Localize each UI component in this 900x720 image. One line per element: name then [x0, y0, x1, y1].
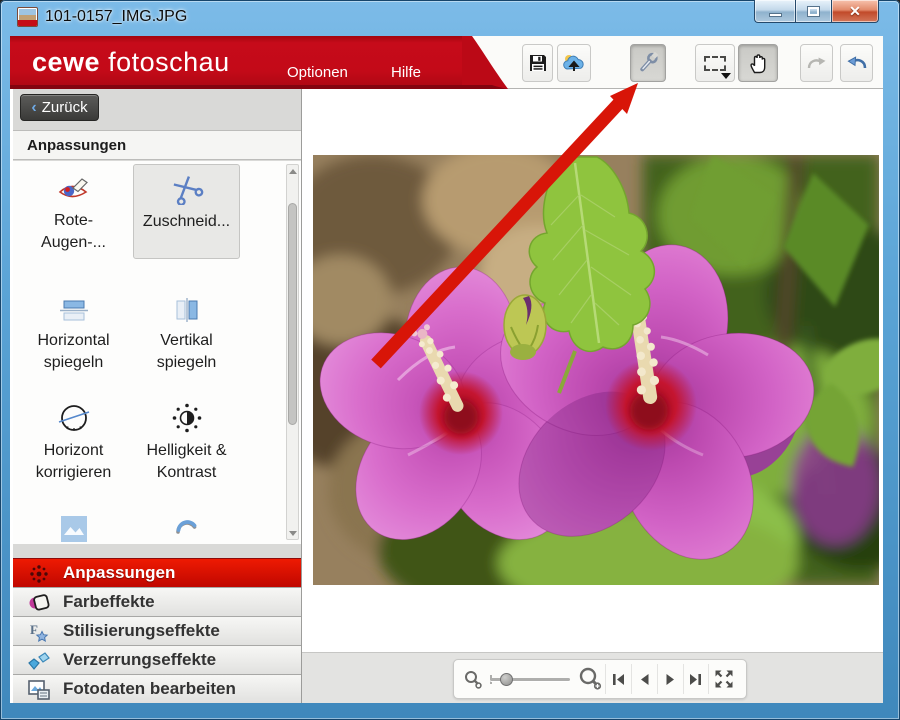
undo-arrow-icon — [846, 55, 866, 68]
panel-title: Anpassungen — [13, 130, 301, 160]
chevron-left-icon: ‹ — [31, 98, 37, 116]
tool-horizont-korrigieren[interactable]: Horizont korrigieren — [20, 394, 127, 483]
stylize-star-icon: F — [26, 620, 52, 643]
logo-light: fotoschau — [108, 47, 230, 77]
menu-hilfe[interactable]: Hilfe — [391, 64, 421, 81]
color-palette-icon — [26, 591, 52, 614]
floppy-disk-icon — [529, 55, 546, 71]
photo-edit-icon — [26, 678, 52, 701]
flip-vertical-icon — [176, 298, 197, 322]
category-farbeffekte[interactable]: Farbeffekte — [13, 587, 301, 616]
logo-bold: cewe — [32, 47, 101, 77]
redo-button[interactable] — [800, 44, 833, 82]
category-verzerrungseffekte[interactable]: Verzerrungseffekte — [13, 645, 301, 674]
scroll-down-icon[interactable] — [287, 527, 298, 539]
category-fotodaten[interactable]: Fotodaten bearbeiten — [13, 674, 301, 703]
cloud-upload-icon — [563, 55, 584, 71]
tool-label: Rote- Augen-... — [41, 212, 106, 251]
tool-label: Horizont korrigieren — [35, 442, 112, 481]
tools-scrollbar[interactable] — [286, 164, 299, 540]
zoom-in-button[interactable] — [576, 664, 605, 694]
next-photo-button[interactable] — [656, 664, 683, 694]
image-icon — [60, 516, 87, 542]
tool-label: Horizontal spiegeln — [37, 332, 110, 371]
minimize-icon — [768, 13, 782, 17]
zoom-out-button[interactable] — [461, 664, 484, 694]
tool-label: Vertikal spiegeln — [156, 332, 217, 371]
tool-zuschneiden[interactable]: Zuschneid... — [133, 164, 240, 259]
category-anpassungen[interactable]: Anpassungen — [13, 558, 301, 587]
category-stilisierungseffekte[interactable]: F Stilisierungseffekte — [13, 616, 301, 645]
app-logo: cewe fotoschau — [32, 47, 230, 78]
previous-photo-button[interactable] — [630, 664, 657, 694]
tool-partial-rotate[interactable] — [133, 504, 240, 544]
wrench-tools-button[interactable] — [630, 44, 666, 82]
flip-horizontal-icon — [59, 300, 88, 321]
menu-optionen[interactable]: Optionen — [287, 64, 348, 81]
title-bar[interactable]: 101-0157_IMG.JPG ✕ — [0, 0, 900, 36]
first-icon — [612, 673, 624, 685]
tool-rote-augen[interactable]: Rote- Augen-... — [20, 164, 127, 253]
window-title: 101-0157_IMG.JPG — [45, 8, 188, 25]
save-button[interactable] — [522, 44, 553, 82]
tool-horizontal-spiegeln[interactable]: Horizontal spiegeln — [20, 284, 127, 373]
previous-icon — [640, 673, 649, 685]
tool-vertikal-spiegeln[interactable]: Vertikal spiegeln — [133, 284, 240, 373]
zoom-out-icon — [464, 670, 482, 689]
maximize-button[interactable] — [795, 0, 832, 23]
horizon-level-icon — [58, 405, 89, 431]
next-icon — [666, 673, 674, 685]
sidebar: ‹ Zurück Anpassungen Rote- Augen-... Zus… — [13, 89, 301, 703]
dropdown-arrow-icon — [721, 73, 731, 79]
zoom-slider[interactable] — [489, 664, 571, 694]
pan-tool-button[interactable] — [738, 44, 778, 82]
red-eye-removal-icon — [58, 178, 88, 198]
close-icon: ✕ — [849, 2, 861, 19]
scrollbar-thumb[interactable] — [288, 203, 297, 425]
tool-label: Zuschneid... — [142, 213, 231, 230]
zoom-in-icon — [579, 667, 602, 690]
first-photo-button[interactable] — [604, 664, 631, 694]
brightness-contrast-icon — [172, 403, 201, 433]
hand-icon — [750, 54, 766, 74]
crop-scissors-icon — [173, 176, 203, 205]
photo-hibiscus[interactable] — [313, 155, 879, 585]
fullscreen-button[interactable] — [708, 664, 739, 694]
tool-grid: Rote- Augen-... Zuschneid... Horizontal … — [13, 161, 301, 544]
close-button[interactable]: ✕ — [832, 0, 879, 23]
fullscreen-icon — [715, 670, 733, 688]
upload-button[interactable] — [557, 44, 591, 82]
distortion-gems-icon — [26, 649, 52, 672]
sparkle-adjust-icon — [26, 562, 52, 585]
photo-canvas[interactable] — [301, 89, 883, 703]
last-icon — [690, 673, 702, 685]
selection-rectangle-icon — [704, 55, 726, 71]
selection-tool-button[interactable] — [695, 44, 735, 82]
tool-helligkeit-kontrast[interactable]: Helligkeit & Kontrast — [133, 394, 240, 483]
category-list: Anpassungen Farbeffekte F Stilisierungse… — [13, 558, 301, 703]
application-window: 101-0157_IMG.JPG ✕ cewe fotoschau Option… — [0, 0, 900, 720]
maximize-icon — [807, 5, 820, 17]
brand-band-curve — [462, 36, 508, 89]
undo-button[interactable] — [840, 44, 873, 82]
rotate-swirl-icon — [175, 520, 196, 534]
slider-thumb[interactable] — [499, 673, 513, 686]
tool-partial-image[interactable] — [20, 504, 127, 544]
back-button-label: Zurück — [41, 99, 88, 116]
app-body: cewe fotoschau Optionen Hilfe ‹ Zurück A… — [10, 36, 883, 703]
tool-label: Helligkeit & Kontrast — [146, 442, 227, 481]
last-photo-button[interactable] — [682, 664, 709, 694]
zoom-toolbar — [453, 659, 747, 699]
wrench-icon — [640, 51, 659, 72]
scroll-up-icon[interactable] — [287, 165, 298, 177]
app-icon — [17, 7, 38, 27]
redo-arrow-icon — [807, 57, 825, 69]
back-button[interactable]: ‹ Zurück — [20, 94, 99, 121]
minimize-button[interactable] — [754, 0, 795, 23]
header: cewe fotoschau Optionen Hilfe — [10, 36, 883, 89]
